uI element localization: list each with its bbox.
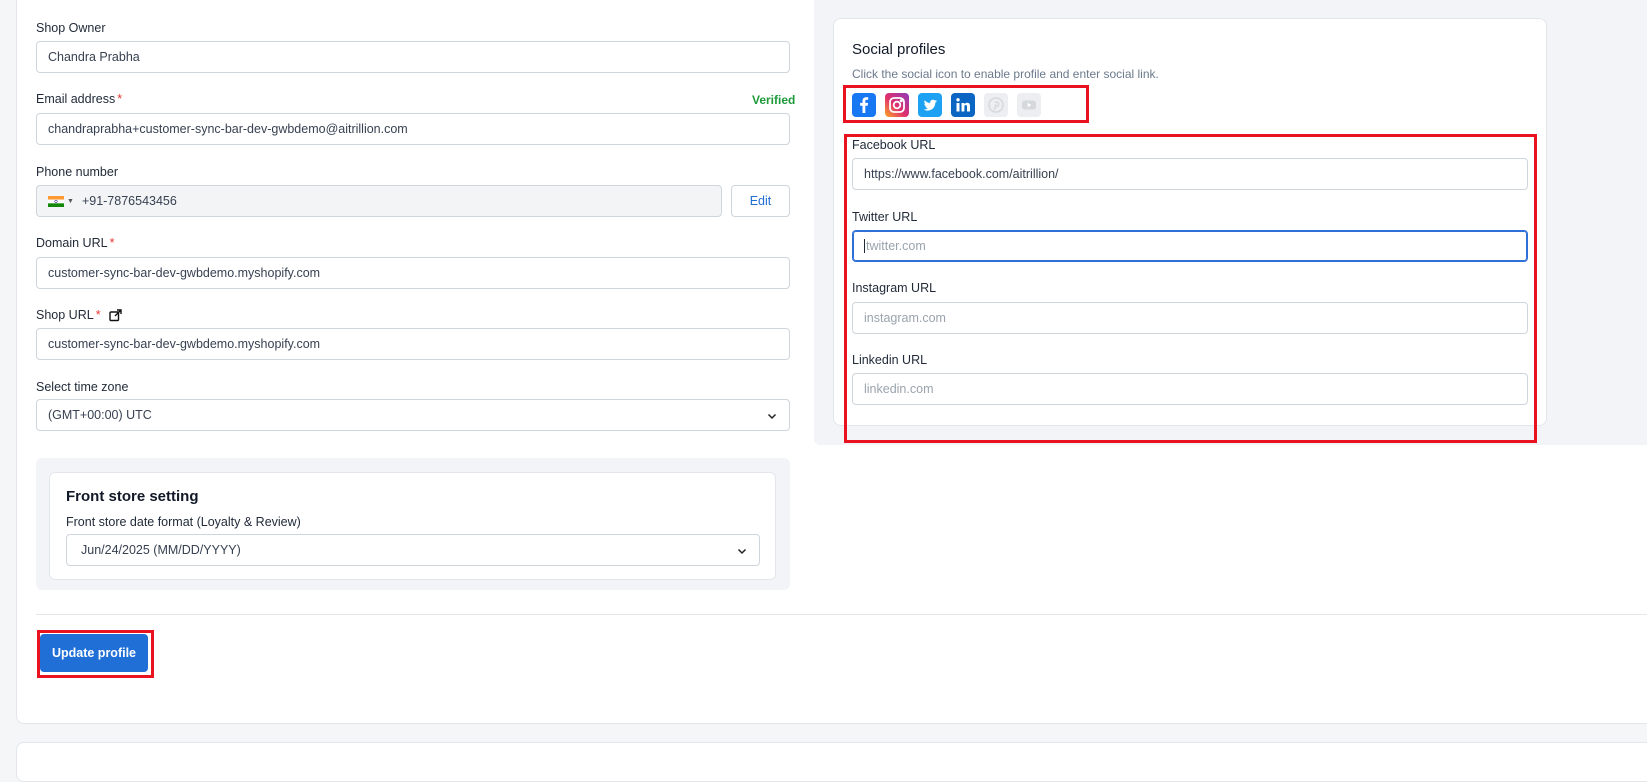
next-card — [16, 742, 1647, 782]
external-link-icon[interactable] — [108, 308, 122, 322]
pinterest-icon[interactable] — [984, 93, 1008, 117]
linkedin-url-input[interactable]: linkedin.com — [852, 373, 1528, 405]
required-mark: * — [95, 308, 101, 322]
india-flag-icon[interactable] — [48, 195, 64, 207]
linkedin-icon[interactable] — [951, 93, 975, 117]
twitter-icon[interactable] — [918, 93, 942, 117]
time-zone-select[interactable]: (GMT+00:00) UTC — [36, 399, 790, 431]
footer-divider — [36, 614, 1647, 615]
required-mark: * — [109, 236, 115, 250]
facebook-url-label: Facebook URL — [852, 138, 936, 152]
shop-url-label-text: Shop URL — [36, 308, 94, 322]
text-cursor — [864, 239, 865, 253]
front-store-panel: Front store setting Front store date for… — [36, 458, 790, 590]
email-label: Email address * — [36, 92, 122, 106]
time-zone-label: Select time zone — [36, 380, 129, 394]
email-input[interactable]: chandraprabha+customer-sync-bar-dev-gwbd… — [36, 113, 790, 145]
caret-down-icon[interactable]: ▼ — [67, 198, 74, 205]
youtube-icon[interactable] — [1017, 93, 1041, 117]
verified-badge: Verified — [752, 93, 796, 107]
twitter-url-input[interactable]: twitter.com — [852, 230, 1528, 262]
social-subtitle: Click the social icon to enable profile … — [852, 67, 1159, 81]
phone-value: +91-7876543456 — [81, 194, 177, 208]
twitter-url-label: Twitter URL — [852, 210, 918, 224]
time-zone-value: (GMT+00:00) UTC — [48, 408, 152, 422]
update-profile-button[interactable]: Update profile — [40, 634, 148, 672]
front-store-title: Front store setting — [66, 488, 199, 505]
twitter-url-placeholder: twitter.com — [866, 239, 926, 253]
edit-phone-button[interactable]: Edit — [731, 185, 790, 217]
front-store-card: Front store setting Front store date for… — [49, 472, 776, 580]
date-format-label: Front store date format (Loyalty & Revie… — [66, 515, 301, 529]
chevron-down-icon — [767, 410, 777, 420]
phone-input[interactable]: ▼ +91-7876543456 — [36, 185, 722, 217]
date-format-select[interactable]: Jun/24/2025 (MM/DD/YYYY) — [66, 534, 760, 566]
instagram-icon[interactable] — [885, 93, 909, 117]
domain-url-label: Domain URL * — [36, 236, 114, 250]
email-label-text: Email address — [36, 92, 116, 106]
social-title: Social profiles — [852, 41, 946, 58]
shop-owner-input[interactable]: Chandra Prabha — [36, 41, 790, 73]
shop-url-label: Shop URL * — [36, 308, 122, 322]
instagram-url-label: Instagram URL — [852, 281, 937, 295]
instagram-url-input[interactable]: instagram.com — [852, 302, 1528, 334]
facebook-icon[interactable] — [852, 93, 876, 117]
facebook-url-input[interactable]: https://www.facebook.com/aitrillion/ — [852, 158, 1528, 190]
linkedin-url-label: Linkedin URL — [852, 353, 928, 367]
required-mark: * — [117, 92, 123, 106]
domain-url-input[interactable]: customer-sync-bar-dev-gwbdemo.myshopify.… — [36, 257, 790, 289]
shop-owner-label: Shop Owner — [36, 21, 106, 35]
shop-url-input[interactable]: customer-sync-bar-dev-gwbdemo.myshopify.… — [36, 328, 790, 360]
date-format-value: Jun/24/2025 (MM/DD/YYYY) — [81, 543, 241, 557]
domain-url-label-text: Domain URL — [36, 236, 108, 250]
phone-label: Phone number — [36, 165, 119, 179]
chevron-down-icon — [737, 545, 747, 555]
